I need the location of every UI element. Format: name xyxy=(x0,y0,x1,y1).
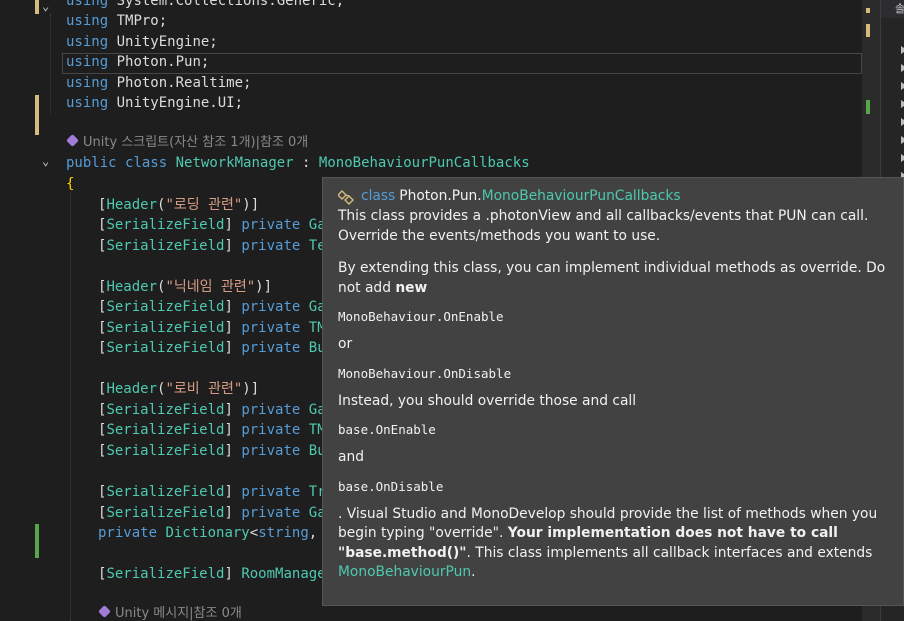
code-line-field[interactable]: [SerializeField] private Text xyxy=(98,236,342,257)
change-marker-yellow xyxy=(35,95,39,135)
code-line-field[interactable]: [SerializeField] private TMP_ xyxy=(98,318,342,339)
indent-guide xyxy=(70,192,71,621)
code-line-field[interactable]: [SerializeField] private Butt xyxy=(98,441,342,462)
code-line-header[interactable]: [Header("로딩 관련")] xyxy=(98,195,259,216)
scrollbar-change-marker xyxy=(866,100,870,114)
tooltip-code: base.OnEnable xyxy=(338,422,436,437)
codelens-class-references[interactable]: Unity 스크립트(자산 참조 1개)|참조 0개 xyxy=(66,133,308,153)
code-line-field[interactable]: [SerializeField] RoomManager xyxy=(98,564,334,585)
code-line-field[interactable]: [SerializeField] private Tran xyxy=(98,482,342,503)
code-line-using[interactable]: using System.Collections.Generic; xyxy=(66,0,344,12)
tooltip-code: base.OnDisable xyxy=(338,478,444,494)
tooltip-type-link[interactable]: MonoBehaviourPunCallbacks xyxy=(482,187,681,207)
tooltip-base-class-link[interactable]: MonoBehaviourPun xyxy=(338,564,471,580)
panel-tab[interactable]: 솔 xyxy=(881,0,904,18)
tooltip-signature: class Photon.Pun. MonoBehaviourPunCallback… xyxy=(338,187,891,207)
change-marker-yellow xyxy=(35,0,39,14)
tooltip-description: This class provides a .photonView and al… xyxy=(338,208,869,244)
code-line-class-declaration[interactable]: public class NetworkManager : MonoBehavi… xyxy=(66,153,530,174)
code-line-field[interactable]: [SerializeField] private Butt xyxy=(98,338,342,359)
code-line-field[interactable]: [SerializeField] private Game xyxy=(98,297,342,318)
tooltip-code: MonoBehaviour.OnEnable xyxy=(338,309,504,324)
unity-icon xyxy=(98,605,111,618)
code-line-header[interactable]: [Header("닉네임 관련")] xyxy=(98,277,272,298)
code-line-field[interactable]: [SerializeField] private Game xyxy=(98,215,342,236)
tooltip-text: Instead, you should override those and c… xyxy=(338,392,637,409)
tooltip-text: and xyxy=(338,449,364,465)
code-line-open-brace[interactable]: { xyxy=(66,174,74,195)
quickinfo-tooltip: class Photon.Pun. MonoBehaviourPunCallback… xyxy=(322,177,904,606)
code-line-field[interactable]: [SerializeField] private Game xyxy=(98,503,342,524)
tooltip-paragraph: . Visual Studio and MonoDevelop should p… xyxy=(338,505,878,581)
fold-chevron-icon[interactable]: ⌄ xyxy=(42,155,49,167)
code-line-header[interactable]: [Header("로비 관련")] xyxy=(98,379,259,400)
class-icon xyxy=(338,190,354,205)
code-line-using[interactable]: using TMPro; xyxy=(66,11,167,32)
unity-icon xyxy=(66,134,79,147)
indent-guide xyxy=(50,14,51,114)
code-line-using[interactable]: using UnityEngine.UI; xyxy=(66,93,243,114)
code-line-using[interactable]: using UnityEngine; xyxy=(66,32,218,53)
code-line-field[interactable]: [SerializeField] private Game xyxy=(98,400,342,421)
code-line-field[interactable]: private Dictionary<string, Ga xyxy=(98,523,342,544)
scrollbar-change-marker xyxy=(866,8,870,13)
fold-chevron-icon[interactable]: ⌄ xyxy=(42,0,49,12)
change-marker-green xyxy=(35,524,39,558)
code-line-using[interactable]: using Photon.Pun; xyxy=(66,52,209,73)
tooltip-text: or xyxy=(338,336,353,352)
code-line-field[interactable]: [SerializeField] private TMP_ xyxy=(98,420,342,441)
codelens-method-references[interactable]: Unity 메시지|참조 0개 xyxy=(98,604,242,621)
tooltip-code: MonoBehaviour.OnDisable xyxy=(338,365,512,381)
scrollbar-change-marker xyxy=(866,24,870,37)
tooltip-paragraph: By extending this class, you can impleme… xyxy=(338,260,886,296)
code-line-using[interactable]: using Photon.Realtime; xyxy=(66,73,251,94)
